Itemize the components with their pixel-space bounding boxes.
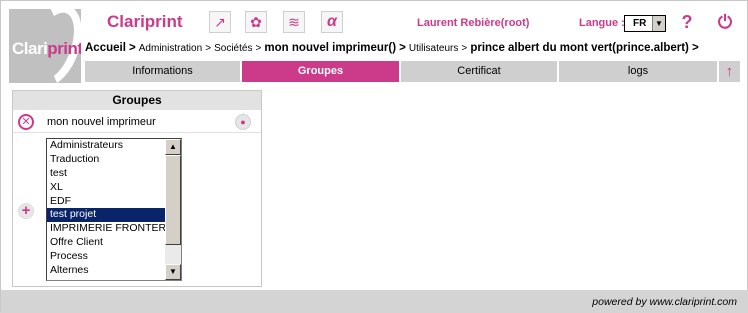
listbox-scrollbar[interactable]: ▲ ▼ xyxy=(165,139,181,280)
breadcrumb-utilisateurs[interactable]: Utilisateurs xyxy=(409,43,458,54)
remove-icon[interactable]: ✕ xyxy=(18,114,34,130)
list-item[interactable]: Traduction xyxy=(47,153,181,167)
power-icon[interactable]: ⏻ xyxy=(715,12,735,32)
alpha-icon[interactable]: α xyxy=(321,11,343,33)
tab-informations[interactable]: Informations xyxy=(85,61,242,82)
tab-logs[interactable]: logs xyxy=(559,61,719,82)
share-nodes-icon[interactable]: ✿ xyxy=(245,11,267,33)
breadcrumb-administration[interactable]: Administration xyxy=(139,43,202,54)
scroll-up-icon[interactable]: ▲ xyxy=(165,139,181,155)
language-label: Langue : xyxy=(579,17,625,29)
language-select[interactable]: FR ▼ xyxy=(624,15,666,32)
chart-line-icon[interactable]: ↗ xyxy=(209,11,231,33)
dot-icon[interactable]: ● xyxy=(235,114,251,130)
groups-panel: Groupes ✕ mon nouvel imprimeur ● + Admin… xyxy=(12,90,262,287)
language-value: FR xyxy=(633,18,647,29)
scroll-thumb[interactable] xyxy=(165,155,181,245)
clariprint-logo: Clariprint xyxy=(9,9,81,83)
scroll-down-icon[interactable]: ▼ xyxy=(165,264,181,280)
arrow-up-icon[interactable]: ↑ xyxy=(719,61,740,82)
breadcrumb-societes[interactable]: Sociétés xyxy=(214,43,252,54)
tab-groupes[interactable]: Groupes xyxy=(242,61,401,82)
tab-certificat[interactable]: Certificat xyxy=(401,61,559,82)
footer: powered by www.clariprint.com xyxy=(1,290,748,313)
list-item[interactable]: Administrateurs xyxy=(47,139,181,153)
list-item[interactable]: EDF xyxy=(47,195,181,209)
list-item[interactable]: Alternes xyxy=(47,264,181,278)
user-name[interactable]: Laurent Rebière(root) xyxy=(417,17,529,29)
help-icon[interactable]: ? xyxy=(677,12,697,32)
current-group-row: ✕ mon nouvel imprimeur ● xyxy=(13,111,261,133)
breadcrumb-user: prince albert du mont vert(prince.albert… xyxy=(470,42,689,54)
current-group-label: mon nouvel imprimeur xyxy=(47,116,156,128)
list-item[interactable]: Process xyxy=(47,250,181,264)
list-item[interactable]: test xyxy=(47,167,181,181)
stack-layers-icon[interactable]: ≋ xyxy=(283,11,305,33)
chevron-down-icon: ▼ xyxy=(652,16,665,31)
app-window: Clariprint Clariprint ↗ ✿ ≋ α Laurent Re… xyxy=(0,0,748,313)
list-item-selected[interactable]: test projet xyxy=(47,208,181,223)
breadcrumb-home[interactable]: Accueil xyxy=(85,42,126,54)
add-icon[interactable]: + xyxy=(18,203,34,219)
logo-wordmark: Clariprint xyxy=(12,39,81,58)
list-item[interactable]: XL xyxy=(47,181,181,195)
app-title: Clariprint xyxy=(107,12,183,31)
list-item[interactable]: Offre Client xyxy=(47,236,181,250)
powered-by-link[interactable]: powered by www.clariprint.com xyxy=(592,296,737,308)
list-item[interactable]: IMPRIMERIE FRONTERE xyxy=(47,222,181,236)
breadcrumb-company[interactable]: mon nouvel imprimeur() xyxy=(264,42,396,54)
breadcrumb: Accueil > Administration > Sociétés > mo… xyxy=(85,42,699,54)
tab-bar: Informations Groupes Certificat logs ↑ xyxy=(85,61,740,82)
groups-listbox[interactable]: Administrateurs Traduction test XL EDF t… xyxy=(46,138,182,281)
panel-title: Groupes xyxy=(13,91,261,110)
